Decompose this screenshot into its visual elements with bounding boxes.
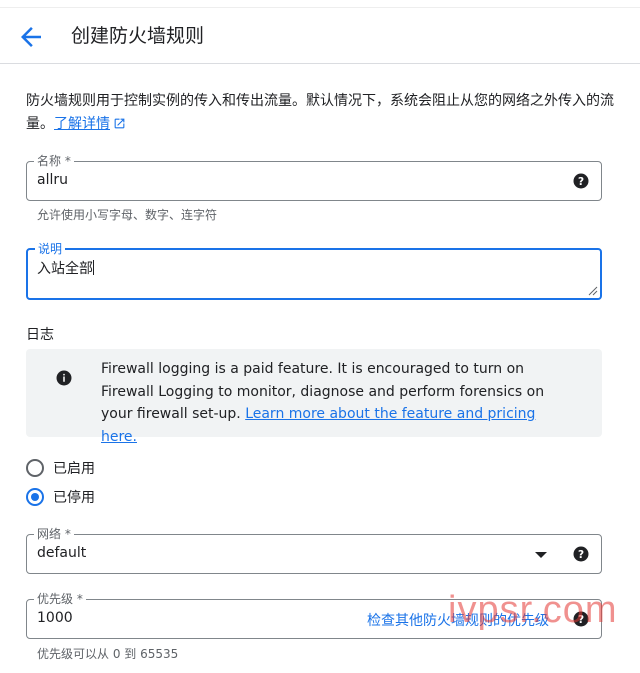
page-title: 创建防火墙规则: [71, 25, 205, 47]
learn-more-link[interactable]: 了解详情: [54, 116, 110, 132]
logging-info-text: Firewall logging is a paid feature. It i…: [101, 358, 571, 448]
svg-text:?: ?: [578, 549, 584, 561]
description-field[interactable]: 说明 入站全部: [26, 241, 602, 300]
help-icon[interactable]: ?: [572, 172, 590, 190]
radio-checked-icon[interactable]: [26, 488, 44, 506]
priority-field-hint: 优先级可以从 0 到 65535: [37, 647, 179, 661]
resize-handle-icon[interactable]: [588, 286, 598, 296]
name-field[interactable]: 名称 * allru ?: [26, 153, 602, 201]
logs-disabled-radio[interactable]: 已停用: [26, 487, 95, 507]
logs-label: 日志: [26, 327, 54, 343]
logging-info-box: Firewall logging is a paid feature. It i…: [26, 349, 602, 445]
priority-field-value[interactable]: 1000: [37, 610, 73, 626]
dropdown-arrow-icon[interactable]: [535, 552, 547, 558]
external-link-icon[interactable]: [113, 117, 126, 130]
network-field-label: 网络 *: [34, 526, 74, 542]
radio-unchecked-icon[interactable]: [26, 459, 44, 477]
name-field-label: 名称 *: [34, 153, 74, 169]
logs-enabled-label: 已启用: [53, 461, 95, 477]
name-field-value[interactable]: allru: [37, 172, 68, 188]
page-header: 创建防火墙规则: [0, 0, 640, 64]
description-field-label: 说明: [35, 241, 66, 257]
description-text: 入站全部: [37, 261, 93, 277]
network-field-value[interactable]: default: [37, 545, 86, 561]
back-button[interactable]: [16, 22, 46, 52]
priority-field-label: 优先级 *: [34, 591, 86, 607]
watermark: ivpsr.com: [448, 589, 618, 631]
name-field-hint: 允许使用小写字母、数字、连字符: [37, 208, 218, 222]
logs-enabled-radio[interactable]: 已启用: [26, 458, 95, 478]
help-icon[interactable]: ?: [572, 545, 590, 563]
logs-disabled-label: 已停用: [53, 490, 95, 506]
arrow-back-icon: [21, 27, 41, 47]
network-select[interactable]: 网络 * default ?: [26, 526, 602, 574]
description-field-value[interactable]: 入站全部: [37, 258, 94, 278]
svg-text:?: ?: [578, 176, 584, 188]
intro-text: 防火墙规则用于控制实例的传入和传出流量。默认情况下，系统会阻止从您的网络之外传入…: [26, 90, 616, 136]
text-caret: [93, 260, 94, 275]
info-icon: [56, 370, 72, 386]
